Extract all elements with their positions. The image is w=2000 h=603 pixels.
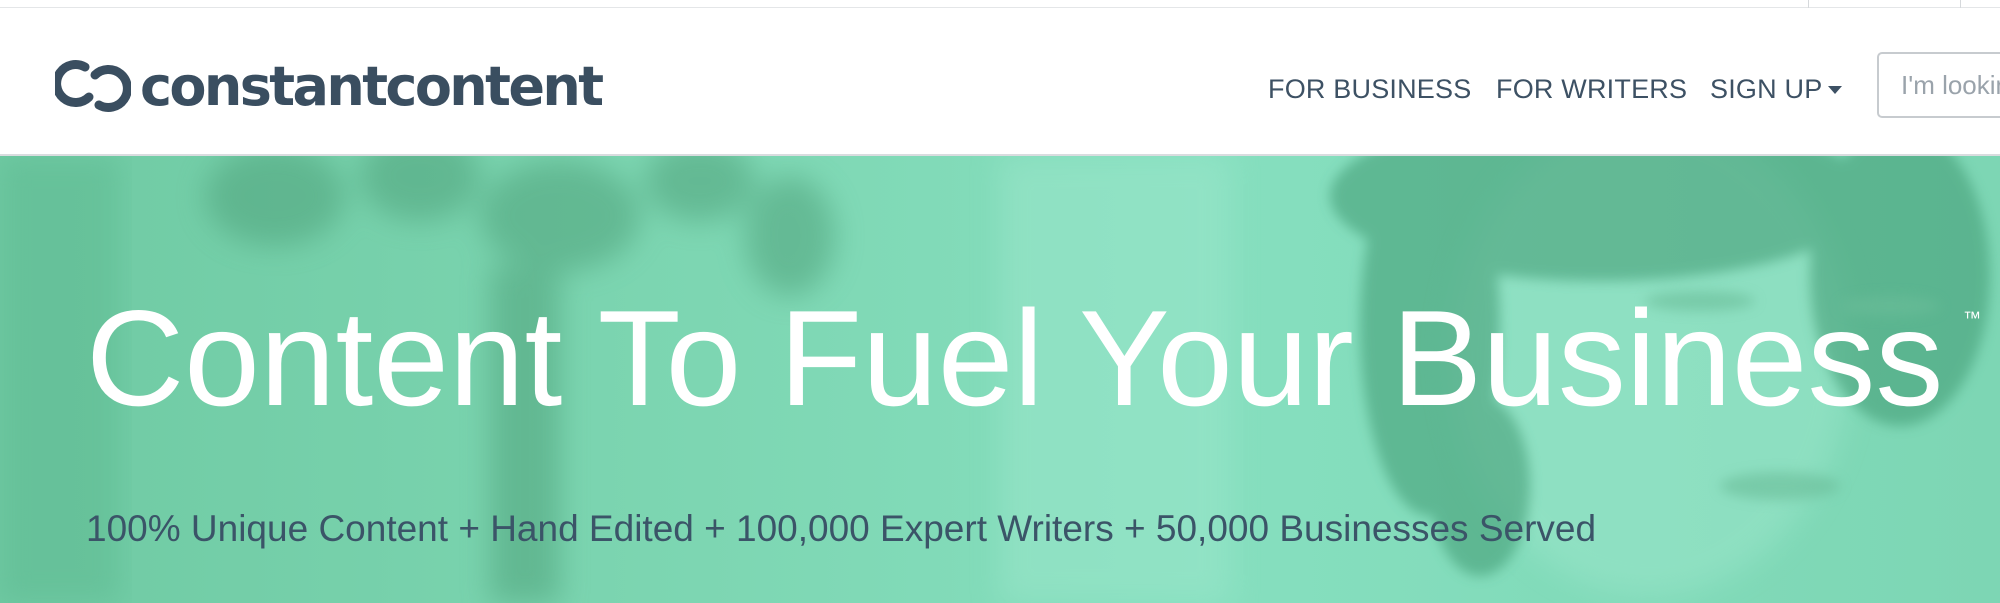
brand-logo-link[interactable]: constantcontent	[55, 52, 604, 122]
nav-for-business[interactable]: FOR BUSINESS	[1268, 74, 1471, 105]
nav-sign-up[interactable]: SIGN UP	[1710, 74, 1843, 105]
trademark-symbol: ™	[1963, 308, 1981, 328]
top-divider	[1808, 0, 1809, 8]
brand-name: constantcontent	[140, 55, 604, 118]
site-header: constantcontent FOR BUSINESS FOR WRITERS…	[0, 8, 2000, 156]
hero-banner: Content To Fuel Your Business ™ 100% Uni…	[0, 156, 2000, 603]
top-divider	[1960, 0, 1961, 8]
caret-down-icon	[1828, 85, 1843, 94]
search-input[interactable]	[1877, 52, 2000, 118]
hero-subtitle: 100% Unique Content + Hand Edited + 100,…	[86, 508, 1597, 549]
nav-for-writers[interactable]: FOR WRITERS	[1496, 74, 1687, 105]
infinity-links-icon	[55, 60, 131, 112]
hero-title: Content To Fuel Your Business	[86, 282, 1944, 434]
nav-sign-up-label: SIGN UP	[1710, 74, 1823, 104]
browser-top-strip	[0, 0, 2000, 8]
